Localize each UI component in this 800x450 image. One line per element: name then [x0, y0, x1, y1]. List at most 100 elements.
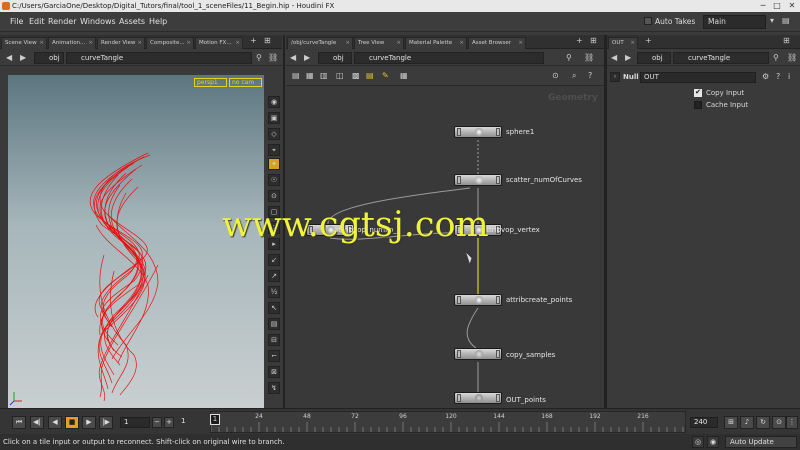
- sticky-note-icon[interactable]: ✎: [382, 71, 389, 80]
- menu-edit[interactable]: Edit: [29, 17, 45, 26]
- frame-decrement-button[interactable]: −: [152, 417, 162, 428]
- menu-windows[interactable]: Windows: [80, 17, 116, 26]
- node-bypass-flag[interactable]: [457, 128, 461, 136]
- play-forward-button[interactable]: ▶: [82, 416, 96, 429]
- pane-menu-icon[interactable]: ⊞: [590, 36, 597, 45]
- menu-help[interactable]: Help: [149, 17, 167, 26]
- maximize-button[interactable]: □: [770, 0, 784, 12]
- current-frame-field[interactable]: 1: [120, 417, 150, 428]
- node-name-field[interactable]: OUT: [640, 72, 756, 83]
- info-icon[interactable]: i: [788, 72, 790, 81]
- vertex-icon[interactable]: ⊠: [268, 366, 280, 378]
- path-root[interactable]: obj: [318, 52, 352, 64]
- display-icon[interactable]: ⊙: [268, 190, 280, 202]
- chevron-down-icon[interactable]: ▾: [770, 16, 774, 25]
- link-icon[interactable]: ⛓: [787, 53, 797, 62]
- desktop-select[interactable]: Main: [703, 15, 766, 29]
- note-icon[interactable]: ▤: [366, 71, 374, 80]
- network-view-icon[interactable]: ◫: [336, 71, 344, 80]
- go-to-start-button[interactable]: ⏮: [12, 416, 26, 429]
- node-bypass-flag[interactable]: [457, 350, 461, 358]
- node-sphere1[interactable]: [454, 126, 502, 138]
- auto-update-menu[interactable]: Auto Update: [725, 436, 797, 448]
- step-forward-button[interactable]: |▶: [99, 416, 113, 429]
- keyframe-icon[interactable]: ⊞: [724, 416, 738, 429]
- close-tab-icon[interactable]: ×: [630, 38, 635, 49]
- camera-icon[interactable]: ☉: [268, 174, 280, 186]
- pane-menu-icon[interactable]: ⊞: [264, 36, 271, 45]
- light-icon[interactable]: ✦: [268, 158, 280, 170]
- menu-render[interactable]: Render: [48, 17, 76, 26]
- node-attribcreate[interactable]: [454, 294, 502, 306]
- path-node[interactable]: curveTangle: [66, 52, 252, 64]
- pin-icon[interactable]: ⚲: [256, 53, 262, 62]
- menu-file[interactable]: File: [10, 17, 23, 26]
- cook-icon[interactable]: ◎: [692, 436, 704, 448]
- point-icon[interactable]: ▤: [268, 318, 280, 330]
- path-node[interactable]: curveTangle: [673, 52, 769, 64]
- close-tab-icon[interactable]: ×: [88, 38, 93, 49]
- normal-icon[interactable]: ↯: [268, 382, 280, 394]
- path-node[interactable]: curveTangle: [354, 52, 544, 64]
- back-arrow-icon[interactable]: ◀: [290, 53, 296, 62]
- close-tab-icon[interactable]: ×: [518, 38, 523, 49]
- copy-input-checkbox[interactable]: ✔: [694, 89, 702, 97]
- close-tab-icon[interactable]: ×: [39, 38, 44, 49]
- close-tab-icon[interactable]: ×: [235, 38, 240, 49]
- tab-render-view[interactable]: Render View ×: [97, 37, 145, 49]
- pane-menu-icon[interactable]: ⊞: [783, 36, 790, 45]
- stop-button[interactable]: ■: [65, 416, 79, 429]
- realtime-icon[interactable]: ⊙: [772, 416, 786, 429]
- pane-divider[interactable]: [604, 35, 607, 408]
- forward-arrow-icon[interactable]: ▶: [20, 53, 26, 62]
- forward-arrow-icon[interactable]: ▶: [304, 53, 310, 62]
- node-copy-samples[interactable]: [454, 348, 502, 360]
- node-display-flag[interactable]: [496, 394, 500, 402]
- end-frame-field[interactable]: 240: [690, 417, 718, 428]
- layout-icon[interactable]: ▩: [352, 71, 360, 80]
- back-arrow-icon[interactable]: ◀: [6, 53, 12, 62]
- node-bypass-flag[interactable]: [457, 394, 461, 402]
- timeline-ruler[interactable]: 1 24 48 72 96 120 144 168 192 216: [210, 411, 686, 433]
- grid-mode-icon[interactable]: ▥: [320, 71, 328, 80]
- close-tab-icon[interactable]: ×: [186, 38, 191, 49]
- brush-icon[interactable]: ↗: [268, 270, 280, 282]
- gear-icon[interactable]: ⚙: [762, 72, 769, 81]
- node-scatter[interactable]: [454, 174, 502, 186]
- node-display-flag[interactable]: [496, 296, 500, 304]
- auto-takes-checkbox[interactable]: [644, 17, 652, 25]
- view-tool-icon[interactable]: ◉: [268, 96, 280, 108]
- primitive-icon[interactable]: ⊟: [268, 334, 280, 346]
- node-bypass-flag[interactable]: [457, 296, 461, 304]
- lock-icon[interactable]: ▣: [268, 112, 280, 124]
- add-tab-icon[interactable]: +: [250, 36, 257, 45]
- audio-icon[interactable]: ♪: [740, 416, 754, 429]
- transform-icon[interactable]: ↖: [268, 302, 280, 314]
- tab-motion-fx[interactable]: Motion FX... ×: [195, 37, 243, 49]
- snap-icon[interactable]: ◇: [268, 128, 280, 140]
- back-arrow-icon[interactable]: ◀: [611, 53, 617, 62]
- tile-mode-icon[interactable]: ▦: [306, 71, 314, 80]
- menu-assets[interactable]: Assets: [119, 17, 145, 26]
- help-icon[interactable]: ?: [588, 71, 592, 80]
- close-tab-icon[interactable]: ×: [459, 38, 464, 49]
- help-icon[interactable]: ?: [776, 72, 780, 81]
- network-editor[interactable]: Geometry sphere1 scatter_numOfCurves att…: [286, 86, 602, 408]
- tab-material-palette[interactable]: Material Palette ×: [405, 37, 467, 49]
- curve-tool-icon[interactable]: ↙: [268, 254, 280, 266]
- frame-increment-button[interactable]: +: [164, 417, 174, 428]
- play-backward-button[interactable]: ◀: [48, 416, 62, 429]
- close-tab-icon[interactable]: ×: [345, 38, 350, 49]
- tab-asset-browser[interactable]: Asset Browser ×: [468, 37, 526, 49]
- tab-out[interactable]: OUT ×: [608, 37, 638, 49]
- node-bypass-flag[interactable]: [457, 176, 461, 184]
- step-back-button[interactable]: ◀|: [30, 416, 44, 429]
- count-icon[interactable]: ½: [268, 286, 280, 298]
- path-root[interactable]: obj: [34, 52, 64, 64]
- tab-scene-view[interactable]: Scene View ×: [1, 37, 47, 49]
- edge-icon[interactable]: ⌐: [268, 350, 280, 362]
- list-mode-icon[interactable]: ▤: [292, 71, 300, 80]
- align-icon[interactable]: ▦: [400, 71, 408, 80]
- tab-composite[interactable]: Composite... ×: [146, 37, 194, 49]
- node-display-flag[interactable]: [496, 350, 500, 358]
